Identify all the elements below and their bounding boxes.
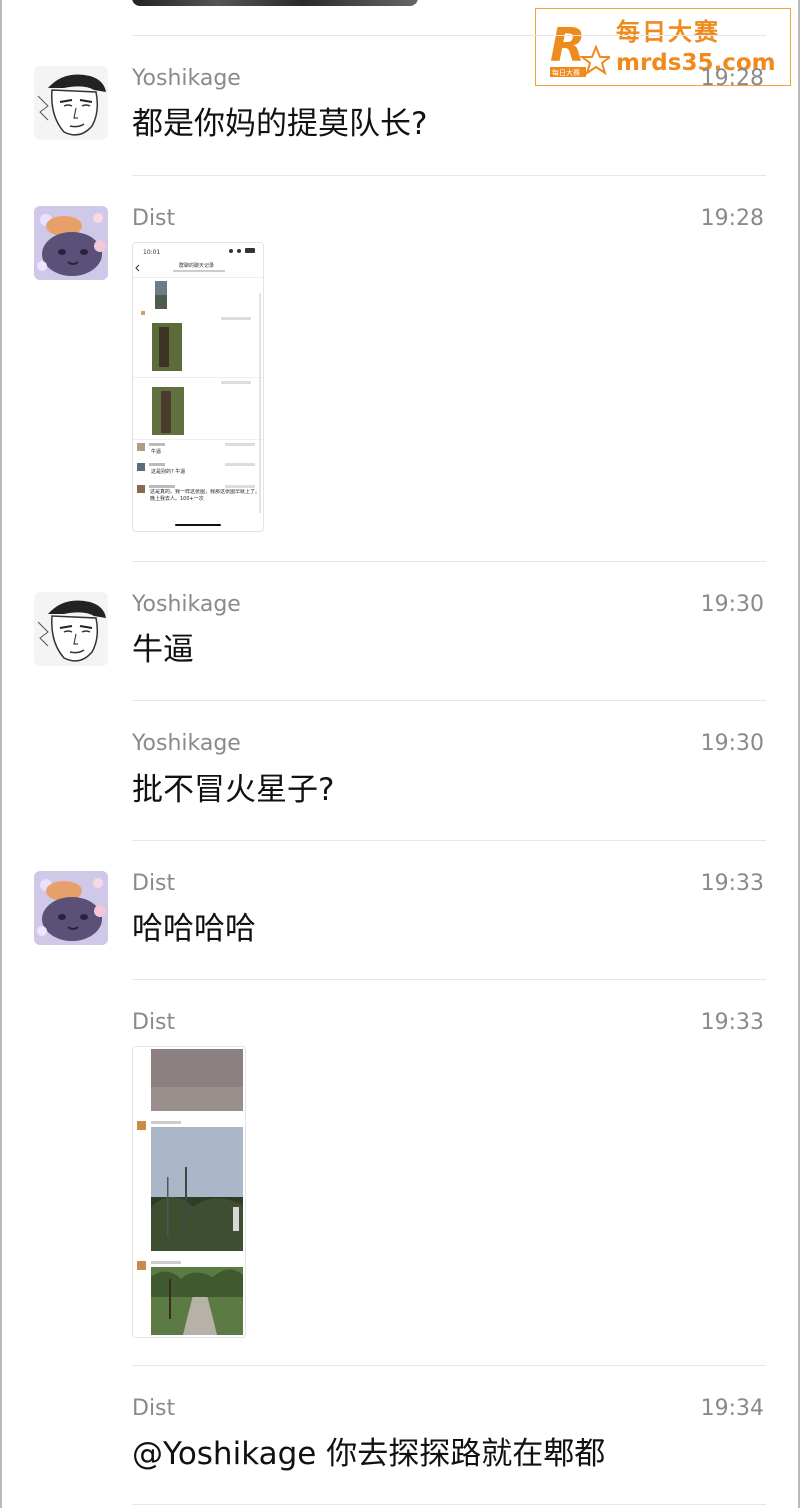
divider <box>132 840 766 841</box>
message-text[interactable]: 牛逼 <box>132 630 194 670</box>
watermark-logo-small: 每日大赛 <box>552 68 580 77</box>
message-text[interactable]: 批不冒火星子? <box>132 770 334 810</box>
avatar-dist-image <box>34 206 108 280</box>
message-time: 19:30 <box>700 592 764 617</box>
previous-image-thumbnail[interactable] <box>132 0 418 6</box>
avatar-dist-image <box>34 871 108 945</box>
message-time: 19:28 <box>700 206 764 231</box>
screenshot-title: 群聊的聊天记录 <box>179 262 214 269</box>
screenshot-row3: 这是真的。我一样这张图，我那这张图早就上了。晚上我去人。100+一次 <box>150 489 260 502</box>
message-time: 19:34 <box>700 1396 764 1421</box>
message-text[interactable]: 哈哈哈哈 <box>132 909 256 949</box>
divider <box>132 979 766 980</box>
watermark-logo: R 每日大赛 <box>550 18 610 77</box>
window-left-border <box>0 0 2 1508</box>
divider <box>132 35 766 36</box>
watermark-cn: 每日大赛 <box>616 18 720 46</box>
avatar-yoshikage[interactable] <box>34 592 108 666</box>
screenshot-row1: 牛逼 <box>151 448 161 455</box>
screenshot-image-content: 10:01 群聊的聊天记录 牛逼 这是别的? 牛逼 这是真的。我一样这张图，我那… <box>133 243 263 531</box>
photos-image[interactable] <box>132 1046 246 1338</box>
message-sender: Yoshikage <box>132 592 241 617</box>
avatar-yoshikage-image <box>34 66 108 140</box>
message-time: 19:33 <box>700 1010 764 1035</box>
message-text[interactable]: @Yoshikage 你去探探路就在郫都 <box>132 1434 605 1474</box>
message-sender: Dist <box>132 871 176 896</box>
message-time: 19:30 <box>700 731 764 756</box>
message-time: 19:28 <box>700 66 764 91</box>
message-time: 19:33 <box>700 871 764 896</box>
message-text[interactable]: 都是你妈的提莫队长? <box>132 104 427 144</box>
screenshot-image[interactable]: 10:01 群聊的聊天记录 牛逼 这是别的? 牛逼 这是真的。我一样这张图，我那… <box>132 242 264 532</box>
divider <box>132 700 766 701</box>
screenshot-row2: 这是别的? 牛逼 <box>151 468 185 475</box>
avatar-yoshikage-image <box>34 592 108 666</box>
message-sender: Dist <box>132 1396 176 1421</box>
message-sender: Yoshikage <box>132 66 241 91</box>
photos-image-content <box>133 1047 245 1337</box>
divider <box>132 1504 766 1505</box>
watermark-logo-letter: R <box>550 18 585 72</box>
message-sender: Yoshikage <box>132 731 241 756</box>
avatar-dist[interactable] <box>34 871 108 945</box>
divider <box>132 175 766 176</box>
screenshot-status-time: 10:01 <box>143 249 160 256</box>
avatar-yoshikage[interactable] <box>34 66 108 140</box>
avatar-dist[interactable] <box>34 206 108 280</box>
divider <box>132 561 766 562</box>
message-sender: Dist <box>132 1010 176 1035</box>
divider <box>132 1365 766 1366</box>
message-sender: Dist <box>132 206 176 231</box>
